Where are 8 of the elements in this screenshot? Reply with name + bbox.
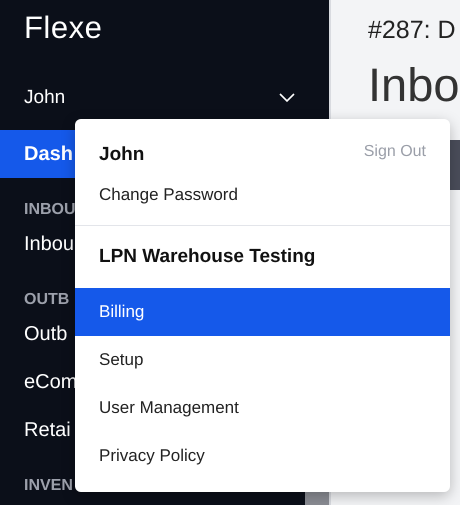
section-label: INBOU <box>23 200 76 220</box>
page-title: Inbo <box>368 57 460 113</box>
section-label: INVEN <box>23 476 73 496</box>
section-label: OUTB <box>23 290 70 310</box>
organization-name: LPN Warehouse Testing <box>98 245 316 269</box>
logo: Flexe <box>24 10 102 46</box>
page-breadcrumb: #287: D <box>368 15 457 45</box>
user-name: John <box>99 144 144 166</box>
